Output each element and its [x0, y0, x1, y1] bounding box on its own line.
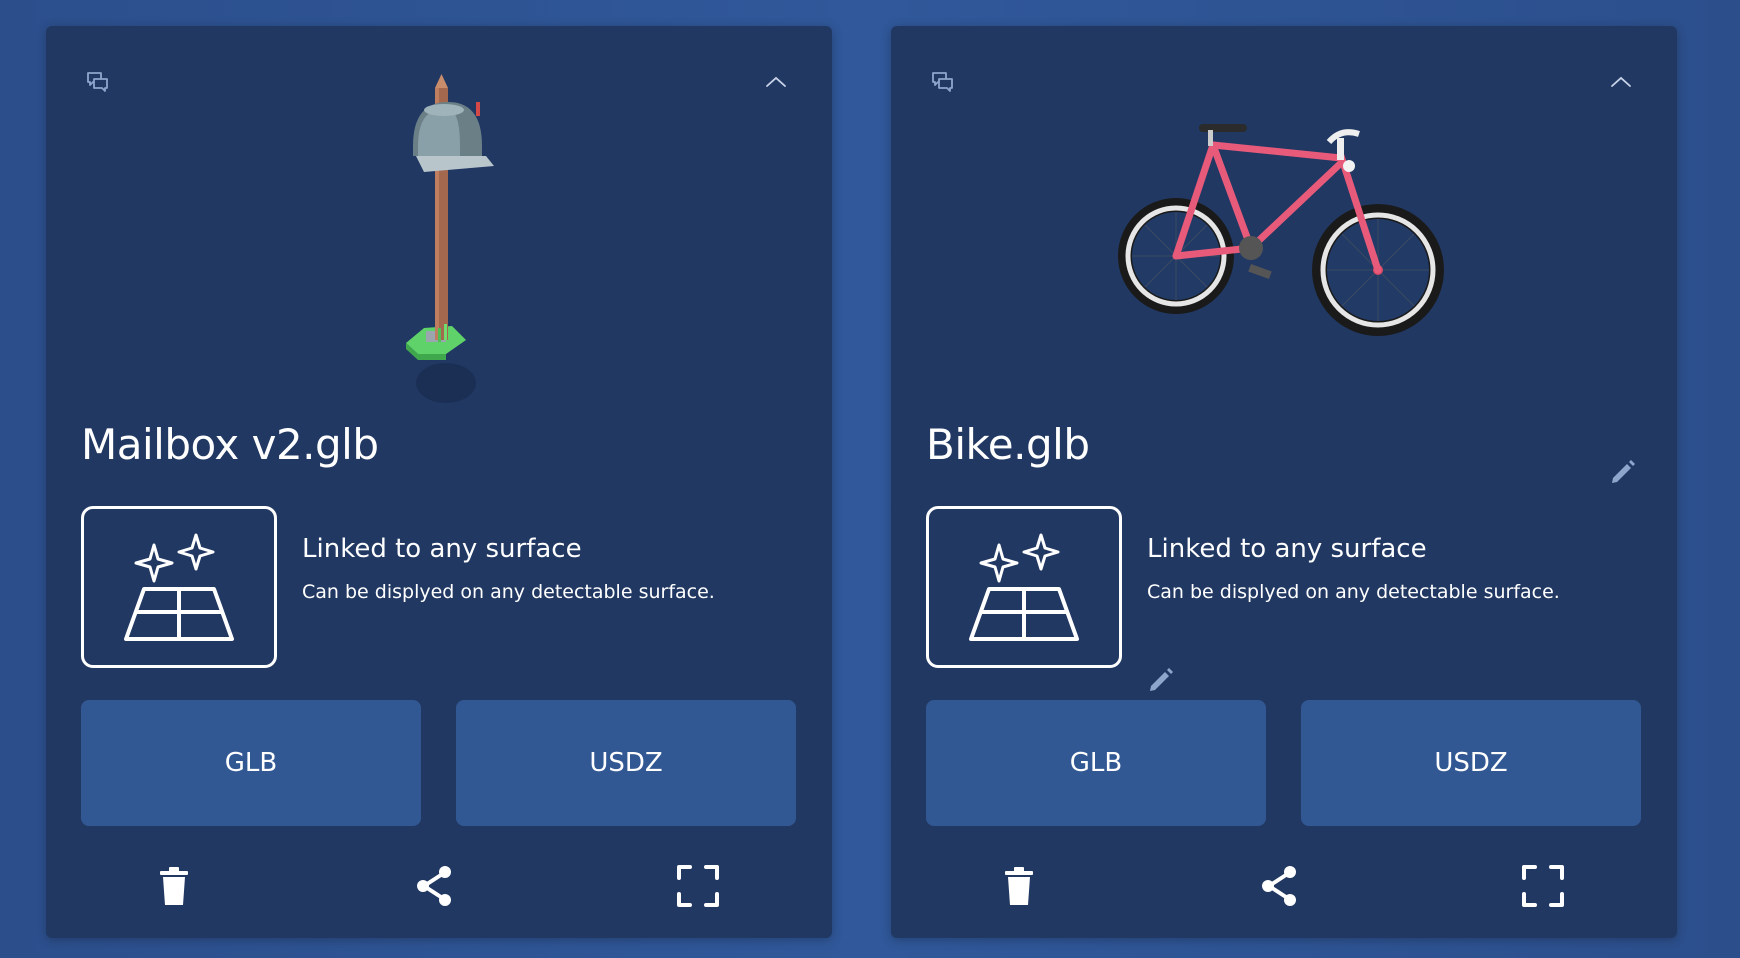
placement-title: Linked to any surface [302, 534, 582, 564]
glb-button[interactable]: GLB [926, 700, 1266, 826]
fullscreen-icon[interactable] [1517, 860, 1569, 912]
model-card-bike: Bike.glb Linked to any surface Can be di… [891, 26, 1677, 938]
glb-button[interactable]: GLB [81, 700, 421, 826]
share-icon[interactable] [1253, 860, 1305, 912]
trash-icon[interactable] [993, 860, 1045, 912]
chevron-up-icon[interactable] [754, 60, 798, 104]
comment-icon[interactable] [921, 60, 965, 104]
trash-icon[interactable] [148, 860, 200, 912]
fullscreen-icon[interactable] [672, 860, 724, 912]
share-icon[interactable] [408, 860, 460, 912]
pencil-icon[interactable] [1143, 662, 1179, 698]
surface-sparkle-icon[interactable] [926, 506, 1122, 668]
model-preview-mailbox[interactable] [246, 38, 646, 408]
model-gallery: Mailbox v2.glb Linked to any surface Can… [0, 0, 1740, 958]
usdz-button[interactable]: USDZ [1301, 700, 1641, 826]
usdz-button[interactable]: USDZ [456, 700, 796, 826]
model-card-mailbox: Mailbox v2.glb Linked to any surface Can… [46, 26, 832, 938]
surface-sparkle-icon[interactable] [81, 506, 277, 668]
placement-description: Can be displyed on any detectable surfac… [302, 581, 715, 603]
placement-description: Can be displyed on any detectable surfac… [1147, 581, 1560, 603]
chevron-up-icon[interactable] [1599, 60, 1643, 104]
pencil-icon[interactable] [1603, 452, 1643, 492]
model-preview-bike[interactable] [1091, 38, 1491, 408]
comment-icon[interactable] [76, 60, 120, 104]
model-name: Bike.glb [926, 420, 1090, 469]
placement-title: Linked to any surface [1147, 534, 1427, 564]
model-name: Mailbox v2.glb [81, 420, 379, 469]
